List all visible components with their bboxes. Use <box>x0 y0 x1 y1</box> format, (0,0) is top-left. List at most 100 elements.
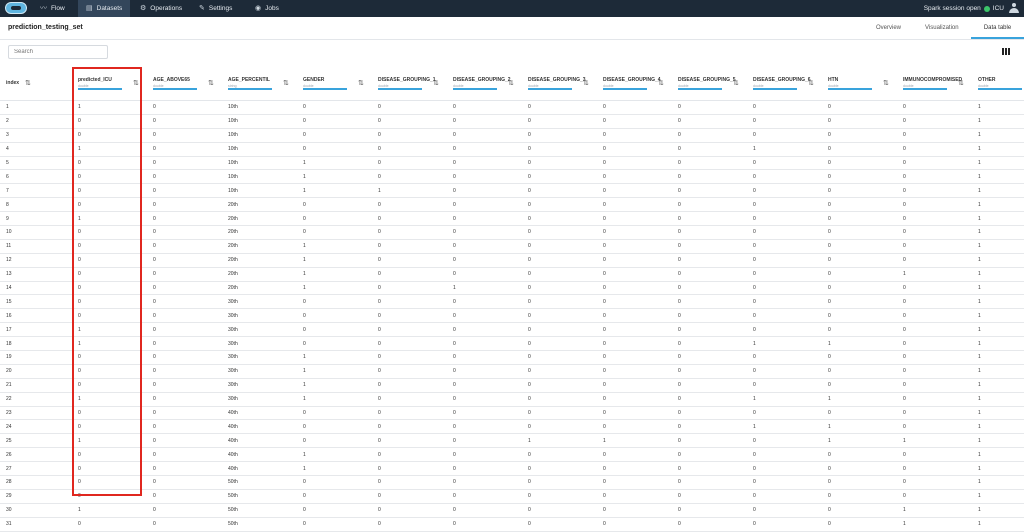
table-row[interactable]: 20 0 0 30th 1 0 0 0 0 0 0 0 0 1 <box>0 364 1024 379</box>
table-row[interactable]: 23 0 0 40th 0 0 0 0 0 0 0 0 0 1 <box>0 406 1024 421</box>
sort-icon[interactable]: ⇅ <box>658 79 664 87</box>
table-cell: 0 <box>672 114 747 129</box>
nav-item-flow[interactable]: 〰 Flow <box>40 0 65 17</box>
table-cell: 0 <box>297 517 372 532</box>
table-row[interactable]: 14 0 0 20th 1 0 1 0 0 0 0 0 0 1 <box>0 281 1024 296</box>
table-row[interactable]: 11 0 0 20th 1 0 0 0 0 0 0 0 0 1 <box>0 239 1024 254</box>
table-row[interactable]: 19 0 0 30th 1 0 0 0 0 0 0 0 0 1 <box>0 350 1024 365</box>
table-row[interactable]: 17 1 0 30th 0 0 0 0 0 0 0 0 0 1 <box>0 322 1024 338</box>
table-row[interactable]: 27 0 0 40th 1 0 0 0 0 0 0 0 0 1 <box>0 461 1024 477</box>
app-logo[interactable] <box>5 2 27 14</box>
table-row[interactable]: 28 0 0 50th 0 0 0 0 0 0 0 0 0 1 <box>0 475 1024 490</box>
tab-data-table[interactable]: Data table <box>971 17 1024 39</box>
table-cell: 0 <box>372 475 447 490</box>
spark-session-status[interactable]: Spark session open ICU <box>924 0 1004 17</box>
table-row[interactable]: 24 0 0 40th 0 0 0 0 0 0 1 1 0 1 <box>0 419 1024 435</box>
column-header-age-percentil[interactable]: AGE_PERCENTIL string ⇅ <box>222 66 297 101</box>
table-cell: 0 <box>597 322 672 338</box>
table-cell: 0 <box>747 489 822 504</box>
column-header-immunocompromised[interactable]: IMMUNOCOMPROMISED double ⇅ <box>897 66 972 101</box>
table-row[interactable]: 26 0 0 40th 1 0 0 0 0 0 0 0 0 1 <box>0 447 1024 463</box>
table-cell: 1 <box>972 267 1024 282</box>
tab-overview[interactable]: Overview <box>876 17 901 39</box>
column-header-predicted-icu[interactable]: predicted_ICU double ⇅ <box>72 66 147 101</box>
table-row[interactable]: 12 0 0 20th 1 0 0 0 0 0 0 0 0 1 <box>0 253 1024 268</box>
sort-icon[interactable]: ⇅ <box>433 79 439 87</box>
table-row[interactable]: 2 0 0 10th 0 0 0 0 0 0 0 0 0 1 <box>0 114 1024 129</box>
table-row[interactable]: 21 0 0 30th 1 0 0 0 0 0 0 0 0 1 <box>0 378 1024 393</box>
gear-icon: ⚙ <box>140 5 147 12</box>
table-row[interactable]: 1 1 0 10th 0 0 0 0 0 0 0 0 0 1 <box>0 100 1024 115</box>
table-row[interactable]: 3 0 0 10th 0 0 0 0 0 0 0 0 0 1 <box>0 128 1024 143</box>
table-row[interactable]: 15 0 0 30th 0 0 0 0 0 0 0 0 0 1 <box>0 294 1024 310</box>
nav-item-datasets[interactable]: ▤ Datasets <box>78 0 131 17</box>
column-header-index[interactable]: index ⇅ <box>0 66 72 101</box>
column-header-htn[interactable]: HTN double ⇅ <box>822 66 897 101</box>
sort-icon[interactable]: ⇅ <box>208 79 214 87</box>
table-cell: 0 <box>522 211 597 227</box>
table-cell: 0 <box>672 281 747 296</box>
columns-icon[interactable] <box>1002 48 1010 55</box>
column-header-gender[interactable]: GENDER double ⇅ <box>297 66 372 101</box>
column-header-disease-grouping-1[interactable]: DISEASE_GROUPING_1 double ⇅ <box>372 66 447 101</box>
sort-icon[interactable]: ⇅ <box>883 79 889 87</box>
table-row[interactable]: 22 1 0 30th 1 0 0 0 0 0 1 1 0 1 <box>0 392 1024 407</box>
search-input[interactable] <box>8 45 108 59</box>
sort-icon[interactable]: ⇅ <box>508 79 514 87</box>
row-index-cell: 25 <box>0 433 72 449</box>
table-row[interactable]: 13 0 0 20th 1 0 0 0 0 0 0 0 1 1 <box>0 267 1024 282</box>
column-header-disease-grouping-6[interactable]: DISEASE_GROUPING_6 double ⇅ <box>747 66 822 101</box>
nav-item-jobs[interactable]: ◉ Jobs <box>255 0 279 17</box>
table-cell: 0 <box>897 378 972 393</box>
table-row[interactable]: 7 0 0 10th 1 1 0 0 0 0 0 0 0 1 <box>0 183 1024 199</box>
column-header-label: DISEASE_GROUPING_1 <box>378 77 436 83</box>
table-cell: 1 <box>297 461 372 477</box>
table-cell: 0 <box>372 308 447 324</box>
table-cell: 1 <box>297 267 372 282</box>
sort-icon[interactable]: ⇅ <box>283 79 289 87</box>
tab-visualization[interactable]: Visualization <box>925 17 959 39</box>
table-row[interactable]: 29 0 0 50th 0 0 0 0 0 0 0 0 0 1 <box>0 489 1024 504</box>
sort-icon[interactable]: ⇅ <box>733 79 739 87</box>
table-row[interactable]: 30 1 0 50th 0 0 0 0 0 0 0 0 1 1 <box>0 503 1024 518</box>
column-header-other[interactable]: OTHERdouble⇅ <box>972 66 1024 101</box>
table-cell: 0 <box>72 419 147 435</box>
sort-icon[interactable]: ⇅ <box>583 79 589 87</box>
table-row[interactable]: 5 0 0 10th 1 0 0 0 0 0 0 0 0 1 <box>0 156 1024 171</box>
row-index-cell: 30 <box>0 503 72 518</box>
sort-icon[interactable]: ⇅ <box>358 79 364 87</box>
column-header-disease-grouping-2[interactable]: DISEASE_GROUPING_2 double ⇅ <box>447 66 522 101</box>
row-index-cell: 28 <box>0 475 72 490</box>
table-row[interactable]: 31 0 0 50th 0 0 0 0 0 0 0 0 1 1 <box>0 517 1024 532</box>
table-cell: 1 <box>72 142 147 157</box>
table-cell: 10th <box>222 128 297 143</box>
table-cell: 0 <box>747 128 822 143</box>
table-cell: 0 <box>447 114 522 129</box>
table-cell: 0 <box>447 517 522 532</box>
table-row[interactable]: 8 0 0 20th 0 0 0 0 0 0 0 0 0 1 <box>0 197 1024 213</box>
row-index-cell: 9 <box>0 211 72 227</box>
sort-icon[interactable]: ⇅ <box>808 79 814 87</box>
column-header-label: OTHER <box>978 77 996 83</box>
sort-icon[interactable]: ⇅ <box>133 79 139 87</box>
row-index-cell: 15 <box>0 294 72 310</box>
table-row[interactable]: 18 1 0 30th 0 0 0 0 0 0 1 1 0 1 <box>0 336 1024 352</box>
nav-item-operations[interactable]: ⚙ Operations <box>140 0 182 17</box>
table-row[interactable]: 6 0 0 10th 1 0 0 0 0 0 0 0 0 1 <box>0 169 1024 185</box>
table-row[interactable]: 25 1 0 40th 0 0 0 1 1 0 0 1 1 1 <box>0 433 1024 449</box>
table-cell: 0 <box>372 322 447 338</box>
table-row[interactable]: 9 1 0 20th 0 0 0 0 0 0 0 0 0 1 <box>0 211 1024 227</box>
table-row[interactable]: 16 0 0 30th 0 0 0 0 0 0 0 0 0 1 <box>0 308 1024 324</box>
sort-icon[interactable]: ⇅ <box>958 79 964 87</box>
table-row[interactable]: 4 1 0 10th 0 0 0 0 0 0 1 0 0 1 <box>0 142 1024 157</box>
column-header-disease-grouping-3[interactable]: DISEASE_GROUPING_3 double ⇅ <box>522 66 597 101</box>
table-cell: 20th <box>222 211 297 227</box>
sort-icon[interactable]: ⇅ <box>25 79 31 87</box>
user-icon[interactable] <box>1009 3 1019 14</box>
column-header-disease-grouping-4[interactable]: DISEASE_GROUPING_4 double ⇅ <box>597 66 672 101</box>
table-cell: 0 <box>597 419 672 435</box>
column-header-age-above65[interactable]: AGE_ABOVE65 double ⇅ <box>147 66 222 101</box>
nav-item-settings[interactable]: ✎ Settings <box>199 0 232 17</box>
table-row[interactable]: 10 0 0 20th 0 0 0 0 0 0 0 0 0 1 <box>0 225 1024 240</box>
column-header-disease-grouping-5[interactable]: DISEASE_GROUPING_5 double ⇅ <box>672 66 747 101</box>
